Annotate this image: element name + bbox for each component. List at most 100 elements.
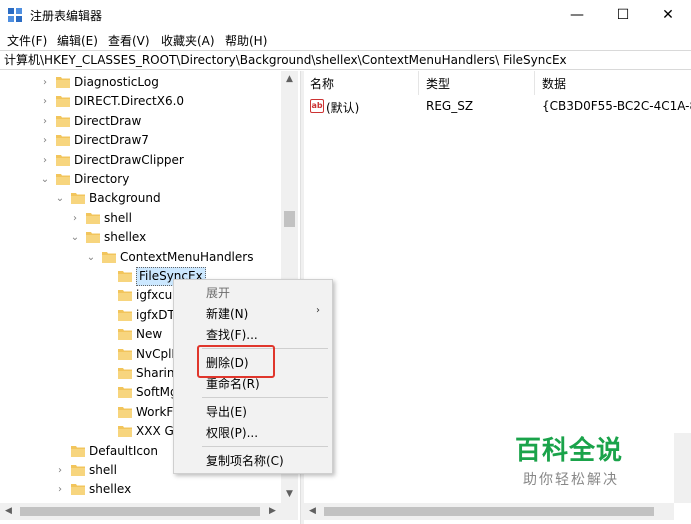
column-header-data[interactable]: 数据 [542, 75, 566, 92]
menu-item-expand[interactable]: 展开 [206, 284, 230, 301]
collapse-chevron-icon[interactable]: ⌄ [86, 248, 96, 267]
menu-separator [202, 397, 328, 398]
menu-view[interactable]: 查看(V) [108, 32, 150, 49]
collapse-chevron-icon[interactable]: ⌄ [70, 228, 80, 247]
folder-icon [56, 115, 70, 127]
scroll-thumb[interactable] [20, 507, 260, 516]
folder-icon [118, 425, 132, 438]
window-title: 注册表编辑器 [30, 9, 103, 23]
folder-icon [71, 445, 85, 457]
menu-item-permissions[interactable]: 权限(P)... [206, 424, 258, 441]
tree-node-label[interactable]: igfxcui [136, 286, 176, 305]
maximize-button[interactable]: ☐ [600, 0, 646, 30]
tree-node-label[interactable]: shell [89, 461, 117, 480]
value-data[interactable]: {CB3D0F55-BC2C-4C1A-85 [542, 99, 691, 113]
folder-icon [56, 76, 70, 88]
tree-node[interactable]: ⌄ Directory [0, 170, 300, 189]
folder-icon [118, 328, 132, 341]
watermark-logo-text: 百科全说 [515, 436, 624, 466]
tree-node[interactable]: › DirectDraw [0, 112, 300, 131]
tree-node-label[interactable]: shellex [104, 228, 146, 247]
tree-node-label[interactable]: DirectDraw [74, 112, 141, 131]
tree-node-label[interactable]: Background [89, 189, 161, 208]
folder-icon [118, 406, 132, 418]
collapse-chevron-icon[interactable]: ⌄ [40, 170, 50, 189]
folder-icon [56, 134, 70, 147]
title-bar: 注册表编辑器 — ☐ ✕ [0, 0, 691, 30]
tree-node-label[interactable]: Directory [74, 170, 129, 189]
expand-chevron-icon[interactable]: › [40, 92, 50, 111]
tree-node[interactable]: ⌄ Background [0, 189, 300, 208]
tree-node-label[interactable]: ContextMenuHandlers [120, 248, 253, 267]
tree-node[interactable]: ⌄ ContextMenuHandlers [0, 248, 300, 267]
expand-chevron-icon[interactable]: › [40, 112, 50, 131]
scroll-down-arrow[interactable]: ▼ [281, 486, 298, 503]
expand-chevron-icon[interactable]: › [40, 151, 50, 170]
folder-icon [71, 192, 85, 205]
tree-horizontal-scrollbar[interactable]: ◀ ▶ [0, 503, 298, 520]
folder-icon [118, 367, 132, 379]
expand-chevron-icon[interactable]: › [40, 73, 50, 92]
menu-edit[interactable]: 编辑(E) [57, 32, 98, 49]
tree-node-label[interactable]: shellex [89, 480, 131, 499]
close-button[interactable]: ✕ [645, 0, 691, 30]
value-name[interactable]: (默认) [326, 99, 359, 116]
folder-icon [71, 464, 85, 476]
menu-help[interactable]: 帮助(H) [225, 32, 267, 49]
string-value-icon: ab [310, 99, 324, 113]
tree-node-label[interactable]: SoftMg [136, 383, 178, 402]
tree-node-label[interactable]: DIRECT.DirectX6.0 [74, 92, 184, 111]
scroll-thumb[interactable] [284, 211, 295, 227]
scroll-up-arrow[interactable]: ▲ [281, 71, 298, 88]
menu-item-find[interactable]: 查找(F)... [206, 326, 258, 343]
folder-icon [118, 289, 132, 302]
tree-node-label[interactable]: DirectDrawClipper [74, 151, 184, 170]
folder-icon [118, 270, 132, 282]
tree-node-label[interactable]: WorkF [136, 403, 173, 422]
address-bar[interactable]: 计算机\HKEY_CLASSES_ROOT\Directory\Backgrou… [0, 50, 691, 70]
minimize-button[interactable]: — [554, 0, 600, 30]
tree-node[interactable]: › DirectDrawClipper [0, 151, 300, 170]
tree-node[interactable]: › DIRECT.DirectX6.0 [0, 92, 300, 111]
tree-node[interactable]: › shell [0, 209, 300, 228]
menu-item-new[interactable]: 新建(N) [206, 305, 248, 322]
submenu-arrow-icon: › [316, 305, 320, 316]
menu-separator [202, 446, 328, 447]
tree-node[interactable]: › shellex [0, 480, 300, 499]
scroll-left-arrow[interactable]: ◀ [0, 503, 17, 520]
tree-node-label[interactable]: DiagnosticLog [74, 73, 159, 92]
menu-file[interactable]: 文件(F) [7, 32, 47, 49]
expand-chevron-icon[interactable]: › [40, 131, 50, 150]
menu-item-copy-key-name[interactable]: 复制项名称(C) [206, 452, 284, 469]
tree-node-label[interactable]: shell [104, 209, 132, 228]
scroll-left-arrow[interactable]: ◀ [304, 503, 321, 520]
expand-chevron-icon[interactable]: › [55, 480, 65, 499]
folder-icon [118, 348, 132, 360]
expand-chevron-icon[interactable]: › [70, 209, 80, 228]
tree-node[interactable]: ⌄ shellex [0, 228, 300, 247]
collapse-chevron-icon[interactable]: ⌄ [55, 189, 65, 208]
column-header-type[interactable]: 类型 [426, 75, 450, 92]
column-divider[interactable] [418, 71, 419, 95]
value-type[interactable]: REG_SZ [426, 99, 473, 113]
list-vertical-scrollbar[interactable] [674, 433, 691, 503]
column-header-name[interactable]: 名称 [310, 75, 334, 92]
folder-icon [56, 173, 70, 185]
folder-icon [118, 386, 132, 399]
tree-node-label[interactable]: DirectDraw7 [74, 131, 149, 150]
scroll-thumb[interactable] [324, 507, 654, 516]
scroll-right-arrow[interactable]: ▶ [264, 503, 281, 520]
tree-node-label[interactable]: DefaultIcon [89, 442, 158, 461]
tree-node[interactable]: › DirectDraw7 [0, 131, 300, 150]
folder-icon [102, 251, 116, 263]
folder-icon [56, 154, 70, 166]
menu-item-export[interactable]: 导出(E) [206, 403, 247, 420]
column-divider[interactable] [534, 71, 535, 95]
tree-node[interactable]: › DiagnosticLog [0, 73, 300, 92]
folder-icon [56, 95, 70, 108]
list-horizontal-scrollbar[interactable]: ◀ [304, 503, 674, 520]
expand-chevron-icon[interactable]: › [55, 461, 65, 480]
tree-node-label[interactable]: New [136, 325, 162, 344]
menu-favorites[interactable]: 收藏夹(A) [161, 32, 215, 49]
folder-icon [86, 231, 100, 244]
